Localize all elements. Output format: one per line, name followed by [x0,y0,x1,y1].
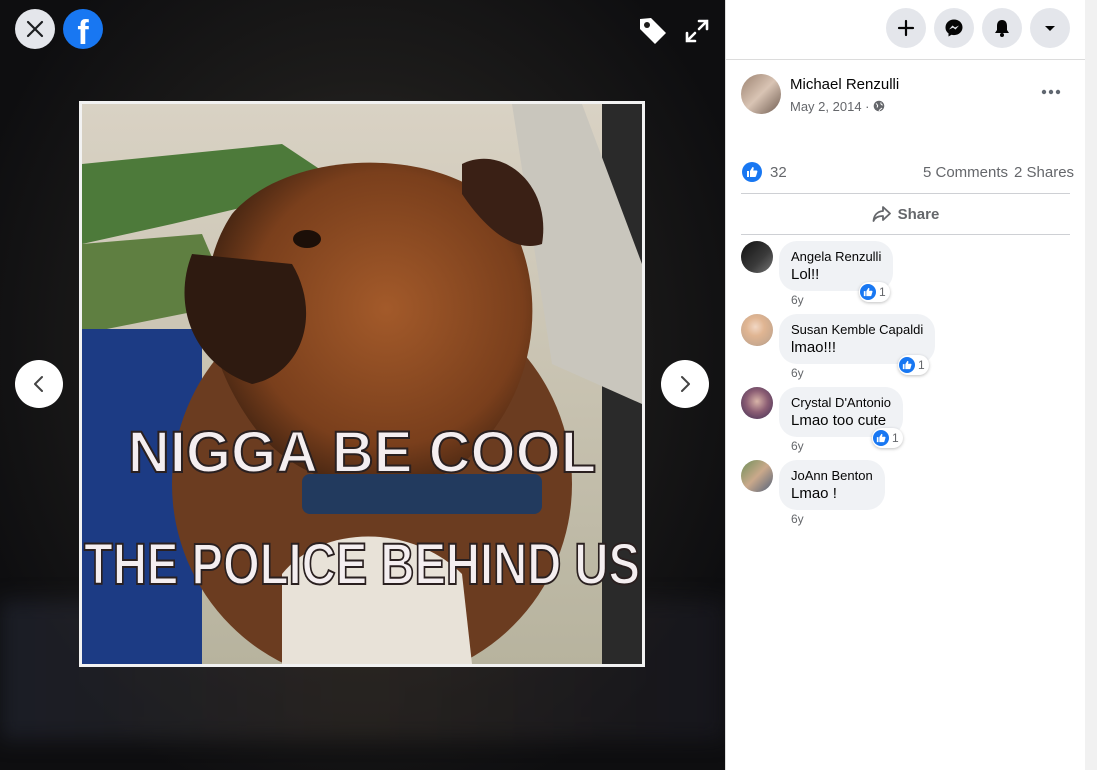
commenter-avatar[interactable] [741,387,773,419]
messenger-button[interactable] [934,8,974,48]
commenter-name[interactable]: JoAnn Benton [791,468,873,483]
like-icon [863,287,873,297]
comment-reactions[interactable]: 1 [898,355,929,375]
commenter-name[interactable]: Crystal D'Antonio [791,395,891,410]
create-button[interactable] [886,8,926,48]
author-name[interactable]: Michael Renzulli [790,76,899,93]
reaction-count: 1 [892,431,899,445]
reaction-count: 1 [879,285,886,299]
share-label: Share [897,205,940,223]
reaction-count: 1 [918,358,925,372]
post-date[interactable]: May 2, 2014 · [790,99,870,114]
plus-icon [897,19,915,37]
caret-down-icon [1045,26,1055,31]
expand-icon [685,19,709,43]
close-button[interactable] [15,9,55,49]
post-photo: NIGGA BE COOL THE POLICE BEHIND US [79,101,645,667]
top-navigation [726,0,1086,60]
commenter-name[interactable]: Angela Renzulli [791,249,881,264]
chevron-left-icon [34,376,43,392]
commenter-avatar[interactable] [741,460,773,492]
comment-text: lmao!!! [791,339,837,356]
comment-timestamp[interactable]: 6y [791,293,804,307]
comment-timestamp[interactable]: 6y [791,366,804,380]
messenger-icon [945,19,963,37]
comment-text: Lmao ! [791,485,837,502]
share-icon [872,206,891,222]
like-icon [747,167,758,177]
divider [741,193,1070,194]
commenter-avatar[interactable] [741,314,773,346]
meme-caption-bottom: THE POLICE BEHIND US [84,532,640,597]
like-reaction-icon[interactable] [742,162,762,182]
comment-timestamp[interactable]: 6y [791,512,804,526]
tag-photo-button[interactable] [636,14,670,48]
facebook-logo[interactable]: f [63,9,103,52]
bell-icon [995,20,1009,37]
post-details-panel: Michael Renzulli May 2, 2014 · 32 5 Comm… [725,0,1086,770]
globe-icon [873,100,885,112]
next-photo-button[interactable] [661,360,709,408]
like-icon [902,360,912,370]
fullscreen-button[interactable] [682,14,712,48]
shares-count[interactable]: 2 Shares [1014,164,1074,181]
comment-text: Lol!! [791,266,820,283]
author-avatar[interactable] [741,74,781,114]
commenter-name[interactable]: Susan Kemble Capaldi [791,322,923,337]
more-horizontal-icon [1041,89,1061,95]
comments-count[interactable]: 5 Comments [923,164,1008,181]
post-options-button[interactable] [1036,80,1066,104]
account-menu-button[interactable] [1030,8,1070,48]
notifications-button[interactable] [982,8,1022,48]
tag-icon [640,18,666,44]
comment-reactions[interactable]: 1 [859,282,890,302]
post-timestamp[interactable]: May 2, 2014 · [790,99,885,114]
chevron-right-icon [681,376,690,392]
meme-caption-top: NIGGA BE COOL [128,420,596,485]
commenter-avatar[interactable] [741,241,773,273]
photo-viewer: f NIGGA BE COOL THE POLICE BEHIND US [0,0,725,770]
divider [741,234,1070,235]
comment-reactions[interactable]: 1 [872,428,903,448]
share-button[interactable]: Share [741,197,1070,231]
page-scrollbar[interactable] [1085,0,1097,770]
comment-bubble: JoAnn Benton Lmao ! [779,460,885,510]
comment-text: Lmao too cute [791,412,887,429]
meme-image: NIGGA BE COOL THE POLICE BEHIND US [82,104,642,664]
close-icon [26,20,44,38]
reaction-count[interactable]: 32 [770,164,787,181]
like-icon [876,433,886,443]
previous-photo-button[interactable] [15,360,63,408]
comment-timestamp[interactable]: 6y [791,439,804,453]
